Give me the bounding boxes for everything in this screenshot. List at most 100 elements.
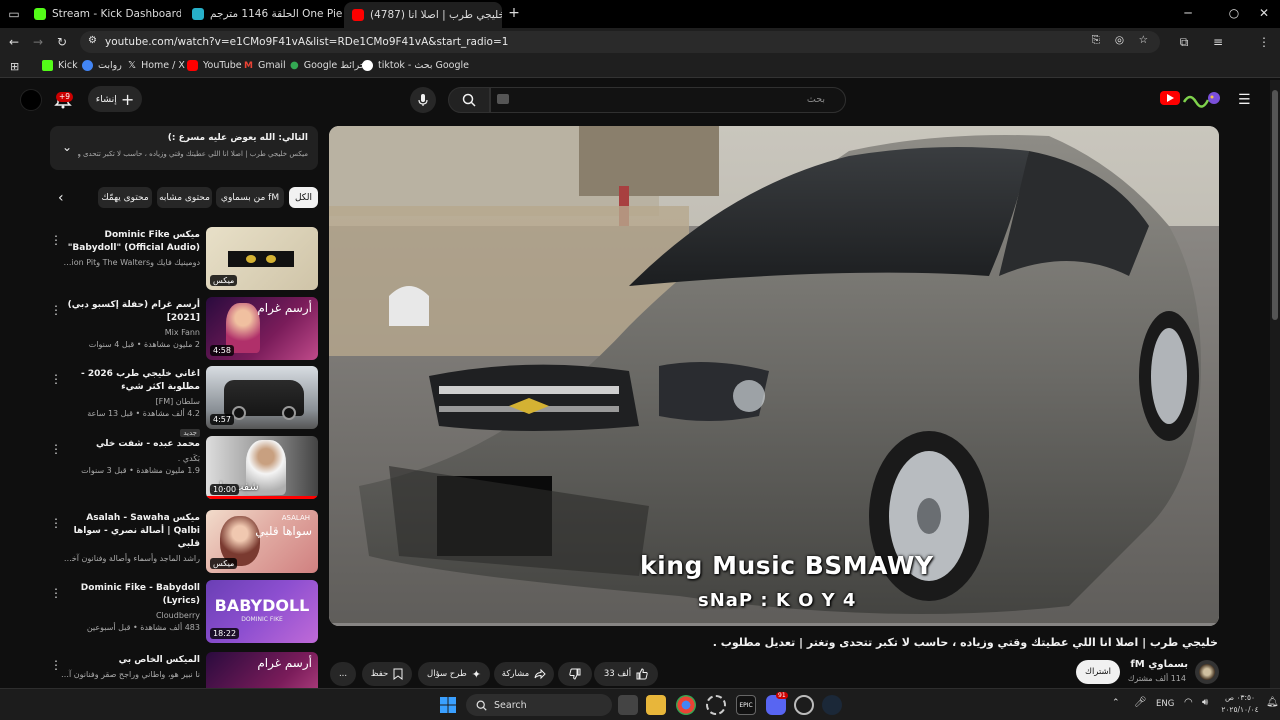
chevron-down-icon[interactable]: ⌄ — [62, 140, 72, 154]
list-item[interactable]: أرسم غرام الميكس الخاص بي نا نبير هو، وا… — [50, 652, 318, 688]
subscribe-button[interactable]: اشتراك — [1076, 660, 1120, 684]
video-thumbnail[interactable]: ميكس — [206, 227, 318, 290]
chips-left-arrow-icon[interactable]: ‹ — [58, 190, 64, 206]
more-options-icon[interactable]: ⋮ — [50, 658, 62, 672]
avatar[interactable] — [20, 89, 42, 111]
address-bar[interactable]: ⚙ youtube.com/watch?v=e1CMo9F41vA&list=R… — [80, 31, 1160, 53]
more-options-icon[interactable]: ⋮ — [50, 233, 62, 247]
create-label: إنشاء — [95, 93, 117, 105]
video-thumbnail[interactable]: BABYDOLL DOMINIC FIKE 18:22 — [206, 580, 318, 643]
language-indicator[interactable]: ENG — [1156, 699, 1174, 709]
video-thumbnail[interactable]: 4:57 — [206, 366, 318, 429]
more-options-icon[interactable]: ⋮ — [50, 303, 62, 317]
voice-search-button[interactable] — [410, 87, 436, 113]
save-button[interactable]: حفظ — [362, 662, 412, 686]
youtube-doodle-logo[interactable] — [1182, 88, 1222, 108]
reload-icon[interactable]: ↻ — [54, 34, 70, 50]
volume-icon[interactable]: 🔊︎ — [1202, 697, 1208, 708]
more-options-icon[interactable]: ⋮ — [50, 586, 62, 600]
site-info-icon[interactable]: ⚙ — [88, 35, 97, 46]
more-options-icon[interactable]: ⋮ — [50, 516, 62, 530]
ask-label: طرح سؤال — [427, 669, 467, 679]
clock[interactable]: ٠٣:٥٠ ص ٢٠٢٥/١٠/٠٤ — [1218, 692, 1262, 716]
app-taskbar-icon[interactable] — [706, 695, 726, 715]
more-actions-button[interactable]: ... — [330, 662, 356, 686]
search-button[interactable] — [448, 87, 490, 113]
list-item[interactable]: ميكس ميكس Dominic Fike "Babydoll" (Offic… — [50, 227, 318, 293]
chip-for-you[interactable]: محتوى يهمّك — [98, 187, 152, 208]
maximize-icon[interactable]: ○ — [1226, 5, 1242, 21]
video-progress-track[interactable] — [329, 623, 1219, 626]
forward-icon[interactable]: → — [30, 34, 46, 50]
media-control-icon[interactable]: ≡ — [1210, 34, 1226, 50]
steam-icon[interactable] — [822, 695, 842, 715]
bookmark-maps[interactable]: ● Google خرائط — [290, 60, 366, 71]
chip-from-channel[interactable]: من بسماوي fM — [216, 187, 284, 208]
video-thumbnail[interactable]: ASALAH سواها قلبي ميكس — [206, 510, 318, 573]
more-options-icon[interactable]: ⋮ — [50, 372, 62, 386]
tab-list-icon[interactable]: ▭ — [6, 6, 22, 22]
youtube-logo-icon[interactable] — [1160, 91, 1180, 105]
keyboard-icon[interactable] — [497, 94, 509, 104]
task-view-icon[interactable] — [618, 695, 638, 715]
taskbar-search[interactable]: Search — [466, 694, 612, 716]
chip-related[interactable]: محتوى مشابه — [157, 187, 212, 208]
list-item[interactable]: أرسم غرام 4:58 أرسم غرام (حفلة إكسبو دبي… — [50, 297, 318, 363]
list-item[interactable]: BABYDOLL DOMINIC FIKE 18:22 Dominic Fike… — [50, 580, 318, 646]
bookmark-kick[interactable]: Kick — [42, 60, 78, 71]
mix-playlist-panel[interactable]: ⌄ التالي: الله يعوض عليه مسرع :) ميكس خل… — [50, 126, 318, 170]
epic-games-icon[interactable]: EPIC — [736, 695, 756, 715]
channel-name[interactable]: بسماوي fM — [1128, 659, 1188, 670]
list-item[interactable]: شفت خلي 10:00 محمد عبده - شفت خلي بَكَدي… — [50, 436, 318, 502]
bookmark-youtube[interactable]: YouTube — [187, 60, 242, 71]
tab-kick[interactable]: Stream - Kick Dashboard ✕ — [26, 2, 181, 26]
browser-menu-icon[interactable]: ⋮ — [1256, 34, 1272, 50]
apps-grid-icon[interactable]: ⊞ — [10, 60, 19, 73]
share-label: مشاركة — [501, 669, 530, 679]
close-window-icon[interactable]: ✕ — [1256, 5, 1272, 21]
back-icon[interactable]: ← — [6, 34, 22, 50]
like-button[interactable]: 33 ألف — [594, 662, 658, 686]
list-item[interactable]: 4:57 اغاني خليجي طرب 2026 - مطلوبة اكثر … — [50, 366, 318, 437]
dislike-button[interactable] — [558, 662, 592, 686]
more-options-icon[interactable]: ⋮ — [50, 442, 62, 456]
new-tab-button[interactable]: + — [506, 5, 522, 21]
wifi-icon[interactable]: ◠ — [1184, 697, 1193, 708]
bookmark-star-icon[interactable]: ☆ — [1139, 34, 1148, 46]
list-item[interactable]: ASALAH سواها قلبي ميكس ميكس Asalah - Saw… — [50, 510, 318, 576]
tab-one-piece[interactable]: انمي One Piece الحلقة 1146 مترجم ✕ — [184, 2, 342, 26]
hide-icon[interactable]: ◎ — [1115, 34, 1124, 46]
video-thumbnail[interactable]: شفت خلي 10:00 — [206, 436, 318, 499]
tab-youtube[interactable]: (4787) خليجي طرب | اصلا انا ✕ — [344, 2, 502, 28]
cast-icon[interactable]: ⎘ — [1092, 34, 1100, 47]
microphone-icon — [418, 94, 428, 106]
bookmark-x[interactable]: 𝕏 Home / X — [128, 60, 185, 71]
windows-start-icon[interactable] — [438, 695, 458, 715]
app-taskbar-icon[interactable] — [794, 695, 814, 715]
page-scrollbar[interactable] — [1270, 80, 1280, 688]
bookmark-rawayat[interactable]: روابت — [82, 60, 122, 71]
minimize-icon[interactable]: ─ — [1180, 5, 1196, 21]
chip-all[interactable]: الكل — [289, 187, 318, 208]
thumbs-up-icon — [636, 668, 648, 680]
tab-title: Stream - Kick Dashboard — [52, 8, 181, 20]
share-button[interactable]: مشاركة — [494, 662, 554, 686]
hamburger-menu-icon[interactable]: ☰ — [1238, 92, 1251, 108]
video-thumbnail[interactable]: أرسم غرام — [206, 652, 318, 688]
file-explorer-icon[interactable] — [646, 695, 666, 715]
search-input[interactable]: بحث — [490, 87, 846, 113]
bookmark-gmail[interactable]: M Gmail — [244, 60, 286, 71]
extensions-icon[interactable]: ⧉ — [1176, 34, 1192, 50]
notification-center-icon[interactable]: 🔔︎ — [1266, 697, 1279, 708]
bookmark-google-tiktok[interactable]: tiktok - بحث Google — [362, 60, 469, 71]
scrollbar-thumb[interactable] — [1272, 90, 1278, 320]
ask-question-button[interactable]: طرح سؤال ✦ — [418, 662, 490, 686]
video-overlay-text: king Music BSMAWY — [640, 551, 934, 580]
youtube-icon — [187, 60, 198, 71]
tray-chevron-up-icon[interactable]: ⌃ — [1112, 698, 1120, 708]
tray-mic-icon[interactable]: 🎤︎ — [1134, 697, 1147, 708]
chrome-taskbar-icon[interactable] — [676, 695, 696, 715]
channel-avatar[interactable] — [1195, 660, 1219, 684]
create-button[interactable]: إنشاء + — [88, 86, 142, 112]
video-thumbnail[interactable]: أرسم غرام 4:58 — [206, 297, 318, 360]
